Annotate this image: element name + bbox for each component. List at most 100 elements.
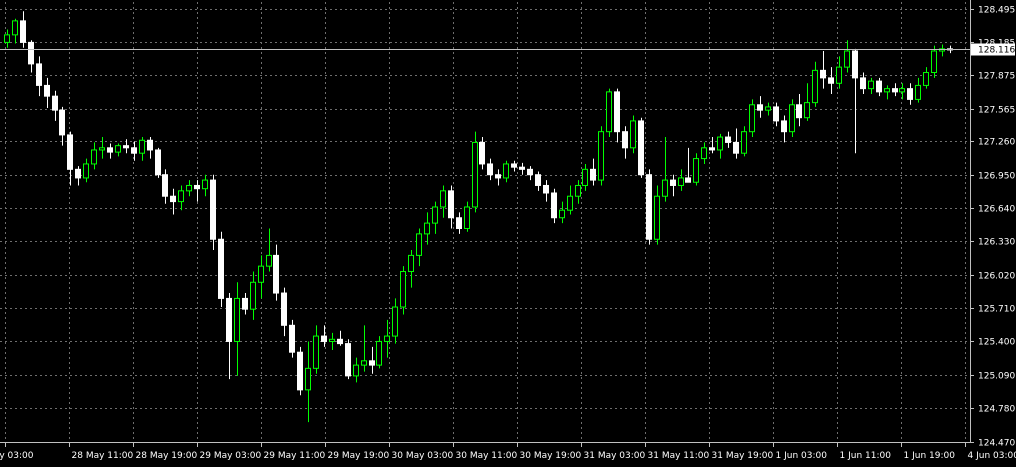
candle (242, 293, 248, 315)
candle (99, 137, 105, 159)
candle (638, 117, 644, 178)
candle (733, 128, 739, 159)
candle-body (781, 120, 787, 133)
candle-body (67, 134, 73, 170)
candle-body (678, 177, 684, 186)
candle (115, 143, 121, 157)
candle-body (503, 163, 509, 179)
candle (662, 137, 668, 202)
y-tick-label: 127.565 (978, 106, 1015, 116)
x-axis-ticks: 27 May 03:0028 May 11:0028 May 19:0029 M… (0, 451, 1016, 461)
candle (305, 341, 311, 423)
x-tick-label: 29 May 19:00 (328, 451, 390, 461)
y-tick-label: 126.020 (978, 272, 1015, 282)
candle-body (622, 131, 628, 149)
candle (923, 67, 929, 89)
candle-body (749, 104, 755, 133)
candle (931, 45, 937, 78)
candle-body (614, 91, 620, 133)
candle-body (226, 297, 232, 342)
candle-body (20, 20, 26, 43)
candle-body (258, 265, 264, 283)
candle (376, 336, 382, 369)
candle-body (123, 145, 129, 149)
candle (448, 185, 454, 229)
candle-body (353, 364, 359, 377)
candle (131, 141, 137, 161)
candle (559, 201, 565, 224)
candle (273, 244, 279, 301)
candle-body (297, 351, 303, 391)
candle-body (646, 174, 652, 240)
candle-body (472, 141, 478, 208)
candle (876, 77, 882, 97)
candle (107, 143, 113, 159)
x-tick-label: 30 May 03:00 (392, 451, 454, 461)
candle-body (250, 281, 256, 310)
candle-body (757, 104, 763, 111)
candle-body (194, 184, 200, 190)
candle (796, 94, 802, 127)
candle (654, 185, 660, 245)
candle-body (361, 360, 367, 366)
x-tick-label: 29 May 03:00 (200, 451, 262, 461)
candle-body (218, 238, 224, 299)
candle-body (567, 195, 573, 211)
candle (725, 131, 731, 148)
candle-body (535, 174, 541, 186)
candle (36, 56, 42, 97)
candle (202, 174, 208, 197)
candle-body (210, 179, 216, 240)
candle-body (479, 141, 485, 165)
candle-body (369, 360, 375, 366)
candle-body (582, 168, 588, 186)
candle (551, 188, 557, 224)
candle (456, 212, 462, 234)
candle-body (392, 306, 398, 337)
candle-body (495, 174, 501, 179)
candle-body (384, 335, 390, 342)
candle-body (273, 254, 279, 294)
candle (218, 231, 224, 308)
x-tick-label: 1 Jun 19:00 (904, 451, 956, 461)
candle (939, 44, 945, 57)
chart-axes (0, 0, 974, 447)
candle (543, 180, 549, 202)
candle (606, 88, 612, 138)
candle-body (630, 120, 636, 149)
y-axis-ticks: 128.495128.185127.875127.565127.260126.9… (978, 6, 1015, 449)
candle-body (765, 106, 771, 111)
candle (67, 131, 73, 186)
y-tick-label: 124.780 (978, 405, 1015, 415)
candle (392, 298, 398, 344)
candle-body (741, 131, 747, 154)
candle (678, 169, 684, 191)
candle (598, 126, 604, 186)
candle-body (796, 104, 802, 119)
y-tick-label: 126.950 (978, 172, 1015, 182)
candle (155, 147, 161, 178)
candle-body (147, 139, 153, 151)
candle-body (4, 34, 10, 43)
candle (535, 171, 541, 191)
candle (337, 330, 343, 346)
candle-body (844, 50, 850, 68)
candle (440, 185, 446, 218)
candle (590, 158, 596, 186)
candle-body (527, 168, 533, 176)
candle-body (543, 184, 549, 194)
candle-body (448, 190, 454, 219)
candle-body (464, 206, 470, 229)
candle (281, 287, 287, 337)
x-tick-label: 29 May 11:00 (264, 451, 326, 461)
candle-body (733, 141, 739, 154)
candle (915, 77, 921, 103)
candle-body (400, 271, 406, 308)
candle-body (852, 50, 858, 79)
candle (266, 228, 272, 272)
candle (820, 50, 826, 89)
candle-body (606, 91, 612, 133)
candle (828, 67, 834, 95)
candle (701, 142, 707, 164)
current-price-label: 128.116 (971, 43, 1015, 56)
